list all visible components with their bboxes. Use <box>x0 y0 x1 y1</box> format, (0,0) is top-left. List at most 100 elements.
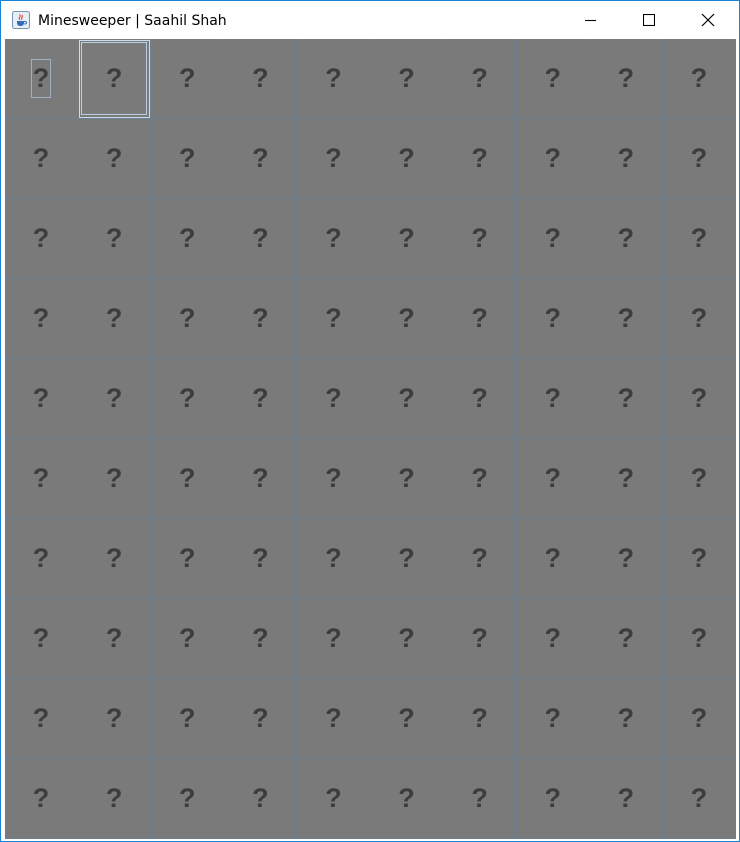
mine-cell[interactable]: ? <box>589 439 663 519</box>
mine-cell[interactable]: ? <box>516 679 590 759</box>
mine-cell[interactable]: ? <box>224 39 298 119</box>
mine-cell[interactable]: ? <box>78 599 152 679</box>
mine-cell[interactable]: ? <box>662 679 736 759</box>
mine-cell[interactable]: ? <box>224 679 298 759</box>
mine-cell[interactable]: ? <box>224 119 298 199</box>
mine-cell[interactable]: ? <box>662 599 736 679</box>
mine-cell[interactable]: ? <box>516 439 590 519</box>
mine-cell[interactable]: ? <box>662 199 736 279</box>
mine-cell[interactable]: ? <box>78 439 152 519</box>
mine-cell[interactable]: ? <box>151 679 225 759</box>
mine-cell[interactable]: ? <box>78 759 152 839</box>
mine-cell[interactable]: ? <box>589 199 663 279</box>
mine-cell[interactable]: ? <box>370 679 444 759</box>
mine-cell[interactable]: ? <box>5 519 79 599</box>
mine-cell[interactable]: ? <box>662 119 736 199</box>
mine-cell[interactable]: ? <box>370 519 444 599</box>
java-coffee-icon[interactable] <box>12 11 30 29</box>
mine-cell[interactable]: ? <box>297 679 371 759</box>
mine-cell[interactable]: ? <box>151 39 225 119</box>
mine-cell[interactable]: ? <box>662 39 736 119</box>
mine-cell[interactable]: ? <box>370 439 444 519</box>
mine-cell[interactable]: ? <box>662 759 736 839</box>
mine-cell[interactable]: ? <box>5 279 79 359</box>
mine-cell[interactable]: ? <box>224 199 298 279</box>
mine-cell[interactable]: ? <box>5 119 79 199</box>
mine-cell[interactable]: ? <box>224 279 298 359</box>
mine-cell[interactable]: ? <box>5 359 79 439</box>
mine-cell[interactable]: ? <box>297 759 371 839</box>
mine-cell[interactable]: ? <box>370 279 444 359</box>
mine-cell[interactable]: ? <box>516 39 590 119</box>
mine-cell[interactable]: ? <box>151 519 225 599</box>
mine-cell[interactable]: ? <box>589 519 663 599</box>
mine-cell[interactable]: ? <box>224 599 298 679</box>
title-bar[interactable]: Minesweeper | Saahil Shah <box>1 1 739 39</box>
mine-cell[interactable]: ? <box>443 599 517 679</box>
mine-cell[interactable]: ? <box>589 599 663 679</box>
mine-cell[interactable]: ? <box>443 199 517 279</box>
mine-cell[interactable]: ? <box>297 199 371 279</box>
mine-cell[interactable]: ? <box>516 119 590 199</box>
mine-cell[interactable]: ? <box>516 759 590 839</box>
mine-cell[interactable]: ? <box>78 359 152 439</box>
mine-cell[interactable]: ? <box>443 519 517 599</box>
mine-cell[interactable]: ? <box>224 519 298 599</box>
mine-cell[interactable]: ? <box>297 599 371 679</box>
mine-cell[interactable]: ? <box>151 439 225 519</box>
mine-cell[interactable]: ? <box>443 439 517 519</box>
mine-cell[interactable]: ? <box>589 279 663 359</box>
mine-cell[interactable]: ? <box>5 599 79 679</box>
close-button[interactable] <box>685 1 731 39</box>
mine-cell[interactable]: ? <box>151 119 225 199</box>
mine-cell[interactable]: ? <box>78 119 152 199</box>
mine-cell[interactable]: ? <box>443 679 517 759</box>
mine-cell[interactable]: ? <box>151 599 225 679</box>
mine-cell[interactable]: ? <box>516 359 590 439</box>
mine-cell[interactable]: ? <box>297 439 371 519</box>
mine-cell[interactable]: ? <box>78 279 152 359</box>
mine-cell[interactable]: ? <box>370 119 444 199</box>
mine-cell[interactable]: ? <box>516 279 590 359</box>
mine-cell[interactable]: ? <box>297 359 371 439</box>
mine-cell[interactable]: ? <box>5 39 79 119</box>
mine-cell[interactable]: ? <box>589 679 663 759</box>
mine-cell[interactable]: ? <box>151 279 225 359</box>
mine-cell[interactable]: ? <box>78 199 152 279</box>
maximize-button[interactable] <box>626 1 672 39</box>
mine-cell[interactable]: ? <box>224 439 298 519</box>
mine-cell[interactable]: ? <box>151 199 225 279</box>
mine-cell[interactable]: ? <box>5 679 79 759</box>
minimize-button[interactable] <box>568 1 614 39</box>
mine-cell[interactable]: ? <box>78 519 152 599</box>
mine-cell[interactable]: ? <box>662 359 736 439</box>
mine-cell[interactable]: ? <box>78 679 152 759</box>
mine-cell[interactable]: ? <box>370 759 444 839</box>
mine-cell[interactable]: ? <box>443 119 517 199</box>
mine-cell[interactable]: ? <box>443 759 517 839</box>
mine-cell[interactable]: ? <box>297 39 371 119</box>
mine-cell[interactable]: ? <box>662 279 736 359</box>
mine-cell[interactable]: ? <box>5 199 79 279</box>
mine-cell[interactable]: ? <box>516 519 590 599</box>
mine-cell[interactable]: ? <box>662 439 736 519</box>
mine-cell[interactable]: ? <box>443 39 517 119</box>
mine-cell[interactable]: ? <box>5 439 79 519</box>
mine-cell[interactable]: ? <box>297 279 371 359</box>
mine-cell[interactable]: ? <box>662 519 736 599</box>
mine-cell[interactable]: ? <box>443 359 517 439</box>
mine-cell[interactable]: ? <box>443 279 517 359</box>
mine-cell[interactable]: ? <box>370 359 444 439</box>
mine-cell[interactable]: ? <box>224 759 298 839</box>
mine-cell[interactable]: ? <box>78 39 152 119</box>
mine-cell[interactable]: ? <box>5 759 79 839</box>
mine-cell[interactable]: ? <box>589 359 663 439</box>
mine-cell[interactable]: ? <box>589 39 663 119</box>
mine-cell[interactable]: ? <box>589 759 663 839</box>
mine-cell[interactable]: ? <box>370 199 444 279</box>
mine-cell[interactable]: ? <box>370 39 444 119</box>
mine-cell[interactable]: ? <box>589 119 663 199</box>
mine-cell[interactable]: ? <box>224 359 298 439</box>
mine-cell[interactable]: ? <box>297 519 371 599</box>
mine-cell[interactable]: ? <box>516 199 590 279</box>
